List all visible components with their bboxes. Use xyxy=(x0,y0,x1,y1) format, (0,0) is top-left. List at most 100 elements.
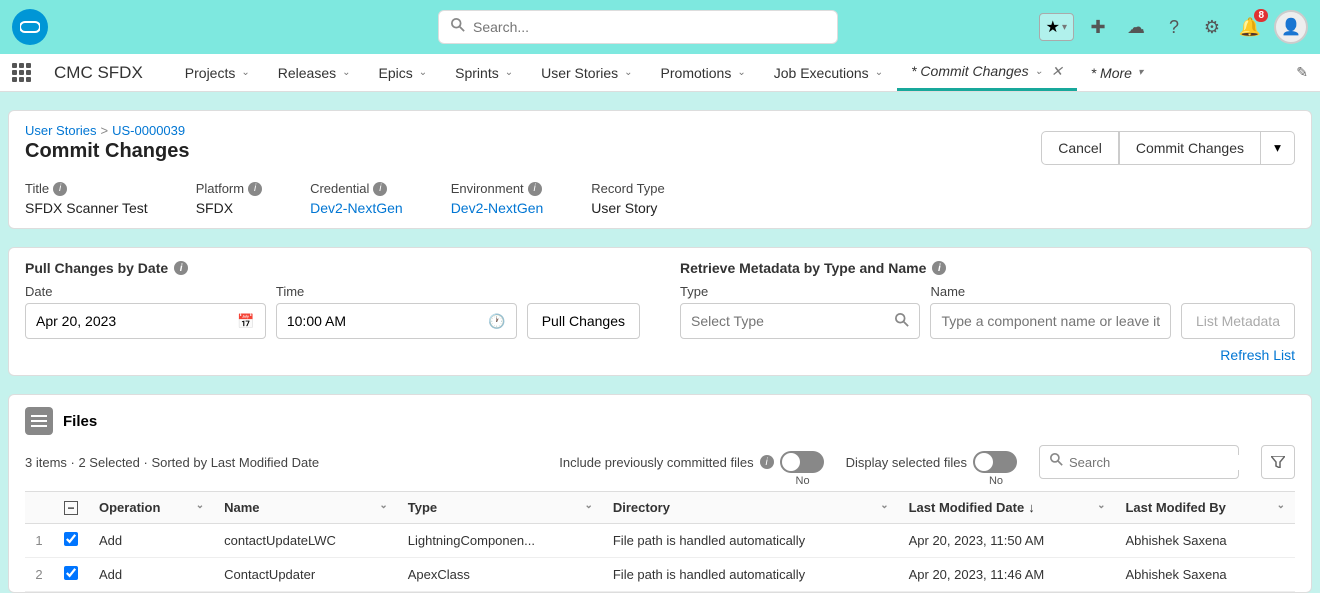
chevron-down-icon: ⌄ xyxy=(1035,66,1043,77)
app-name: CMC SFDX xyxy=(54,63,143,83)
chevron-down-icon: ▾ xyxy=(1138,67,1143,78)
refresh-list-link[interactable]: Refresh List xyxy=(680,347,1295,363)
time-label: Time xyxy=(276,284,517,299)
info-icon[interactable]: i xyxy=(528,182,542,196)
title-label: Title xyxy=(25,181,49,196)
search-icon xyxy=(1050,453,1063,471)
type-select[interactable] xyxy=(680,303,920,339)
notification-icon[interactable]: 🔔8 xyxy=(1236,13,1264,41)
row-checkbox[interactable] xyxy=(64,566,78,580)
nav-job-executions[interactable]: Job Executions⌄ xyxy=(760,54,897,91)
info-icon[interactable]: i xyxy=(932,261,946,275)
nav-sprints[interactable]: Sprints⌄ xyxy=(441,54,527,91)
col-last-modified-date[interactable]: Last Modified Date xyxy=(909,500,1025,515)
display-toggle-label: Display selected files xyxy=(846,455,967,470)
header-panel: User Stories>US-0000039 Commit Changes C… xyxy=(8,110,1312,229)
col-type[interactable]: Type xyxy=(408,500,437,515)
display-toggle[interactable] xyxy=(973,451,1017,473)
environment-link[interactable]: Dev2-NextGen xyxy=(451,200,544,216)
chevron-down-icon: ⌄ xyxy=(241,67,249,78)
cancel-button[interactable]: Cancel xyxy=(1041,131,1119,165)
info-icon[interactable]: i xyxy=(373,182,387,196)
name-input[interactable] xyxy=(941,313,1159,329)
nav-promotions[interactable]: Promotions⌄ xyxy=(647,54,760,91)
clock-icon[interactable]: 🕐 xyxy=(488,313,505,330)
chevron-down-icon[interactable]: ⌄ xyxy=(584,500,592,511)
info-icon[interactable]: i xyxy=(248,182,262,196)
chevron-down-icon: ⌄ xyxy=(624,67,632,78)
info-icon[interactable]: i xyxy=(53,182,67,196)
add-icon[interactable]: ✚ xyxy=(1084,13,1112,41)
chevron-down-icon: ⌄ xyxy=(505,67,513,78)
pull-changes-button[interactable]: Pull Changes xyxy=(527,303,640,339)
commit-changes-button[interactable]: Commit Changes xyxy=(1119,131,1261,165)
avatar[interactable]: 👤 xyxy=(1274,10,1308,44)
nav-projects[interactable]: Projects⌄ xyxy=(171,54,264,91)
table-row[interactable]: 2 Add ContactUpdater ApexClass File path… xyxy=(25,558,1295,592)
edit-icon[interactable]: ✎ xyxy=(1296,64,1308,81)
time-input-wrap[interactable]: 🕐 xyxy=(276,303,517,339)
info-icon[interactable]: i xyxy=(760,455,774,469)
chevron-down-icon[interactable]: ⌄ xyxy=(1097,500,1105,511)
chevron-down-icon: ⌄ xyxy=(875,67,883,78)
list-metadata-button[interactable]: List Metadata xyxy=(1181,303,1295,339)
col-name[interactable]: Name xyxy=(224,500,259,515)
chevron-down-icon: ⌄ xyxy=(419,67,427,78)
favorites-button[interactable]: ★ ▾ xyxy=(1039,13,1074,41)
recordtype-value: User Story xyxy=(591,200,664,216)
notification-badge: 8 xyxy=(1254,9,1268,22)
files-search[interactable] xyxy=(1039,445,1239,479)
breadcrumb-root[interactable]: User Stories xyxy=(25,123,97,138)
calendar-icon[interactable]: 📅 xyxy=(237,313,254,330)
sort-arrow-icon: ↓ xyxy=(1028,500,1035,515)
nav-releases[interactable]: Releases⌄ xyxy=(264,54,365,91)
platform-label: Platform xyxy=(196,181,244,196)
breadcrumb-current[interactable]: US-0000039 xyxy=(112,123,185,138)
retrieve-section-title: Retrieve Metadata by Type and Name xyxy=(680,260,926,276)
col-last-modified-by[interactable]: Last Modifed By xyxy=(1125,500,1225,515)
search-input[interactable] xyxy=(473,19,825,35)
credential-link[interactable]: Dev2-NextGen xyxy=(310,200,403,216)
salesforce-icon[interactable]: ☁ xyxy=(1122,13,1150,41)
select-all-checkbox[interactable]: − xyxy=(64,501,78,515)
row-checkbox[interactable] xyxy=(64,532,78,546)
close-icon[interactable]: ✕ xyxy=(1051,63,1063,80)
platform-value: SFDX xyxy=(196,200,262,216)
dropdown-button[interactable]: ▾ xyxy=(1261,131,1295,165)
nav-epics[interactable]: Epics⌄ xyxy=(365,54,442,91)
pull-retrieve-panel: Pull Changes by Datei Date 📅 Time 🕐 Pull… xyxy=(8,247,1312,376)
recordtype-label: Record Type xyxy=(591,181,664,196)
time-input[interactable] xyxy=(287,313,488,329)
date-input-wrap[interactable]: 📅 xyxy=(25,303,266,339)
tab-commit-changes[interactable]: * Commit Changes⌄✕ xyxy=(897,54,1077,91)
files-search-input[interactable] xyxy=(1069,455,1245,470)
col-operation[interactable]: Operation xyxy=(99,500,160,515)
chevron-down-icon[interactable]: ⌄ xyxy=(196,500,204,511)
nav-user-stories[interactable]: User Stories⌄ xyxy=(527,54,646,91)
help-icon[interactable]: ? xyxy=(1160,13,1188,41)
info-icon[interactable]: i xyxy=(174,261,188,275)
app-launcher-icon[interactable] xyxy=(12,63,36,82)
list-icon xyxy=(25,407,53,435)
type-label: Type xyxy=(680,284,920,299)
chevron-down-icon[interactable]: ⌄ xyxy=(379,500,387,511)
chevron-down-icon[interactable]: ⌄ xyxy=(880,500,888,511)
type-input[interactable] xyxy=(691,313,895,329)
include-toggle[interactable] xyxy=(780,451,824,473)
chevron-down-icon[interactable]: ⌄ xyxy=(1277,500,1285,511)
include-toggle-label: Include previously committed files xyxy=(559,455,753,470)
name-input-wrap[interactable] xyxy=(930,303,1170,339)
title-value: SFDX Scanner Test xyxy=(25,200,148,216)
col-directory[interactable]: Directory xyxy=(613,500,670,515)
files-title: Files xyxy=(63,413,97,430)
filter-button[interactable] xyxy=(1261,445,1295,479)
search-icon xyxy=(451,18,465,37)
date-input[interactable] xyxy=(36,313,237,329)
chevron-down-icon: ⌄ xyxy=(737,67,745,78)
app-logo[interactable] xyxy=(12,9,48,45)
table-row[interactable]: 1 Add contactUpdateLWC LightningComponen… xyxy=(25,524,1295,558)
search-icon[interactable] xyxy=(895,313,909,330)
gear-icon[interactable]: ⚙ xyxy=(1198,13,1226,41)
global-search[interactable] xyxy=(438,10,838,44)
nav-more[interactable]: * More▾ xyxy=(1077,54,1157,91)
